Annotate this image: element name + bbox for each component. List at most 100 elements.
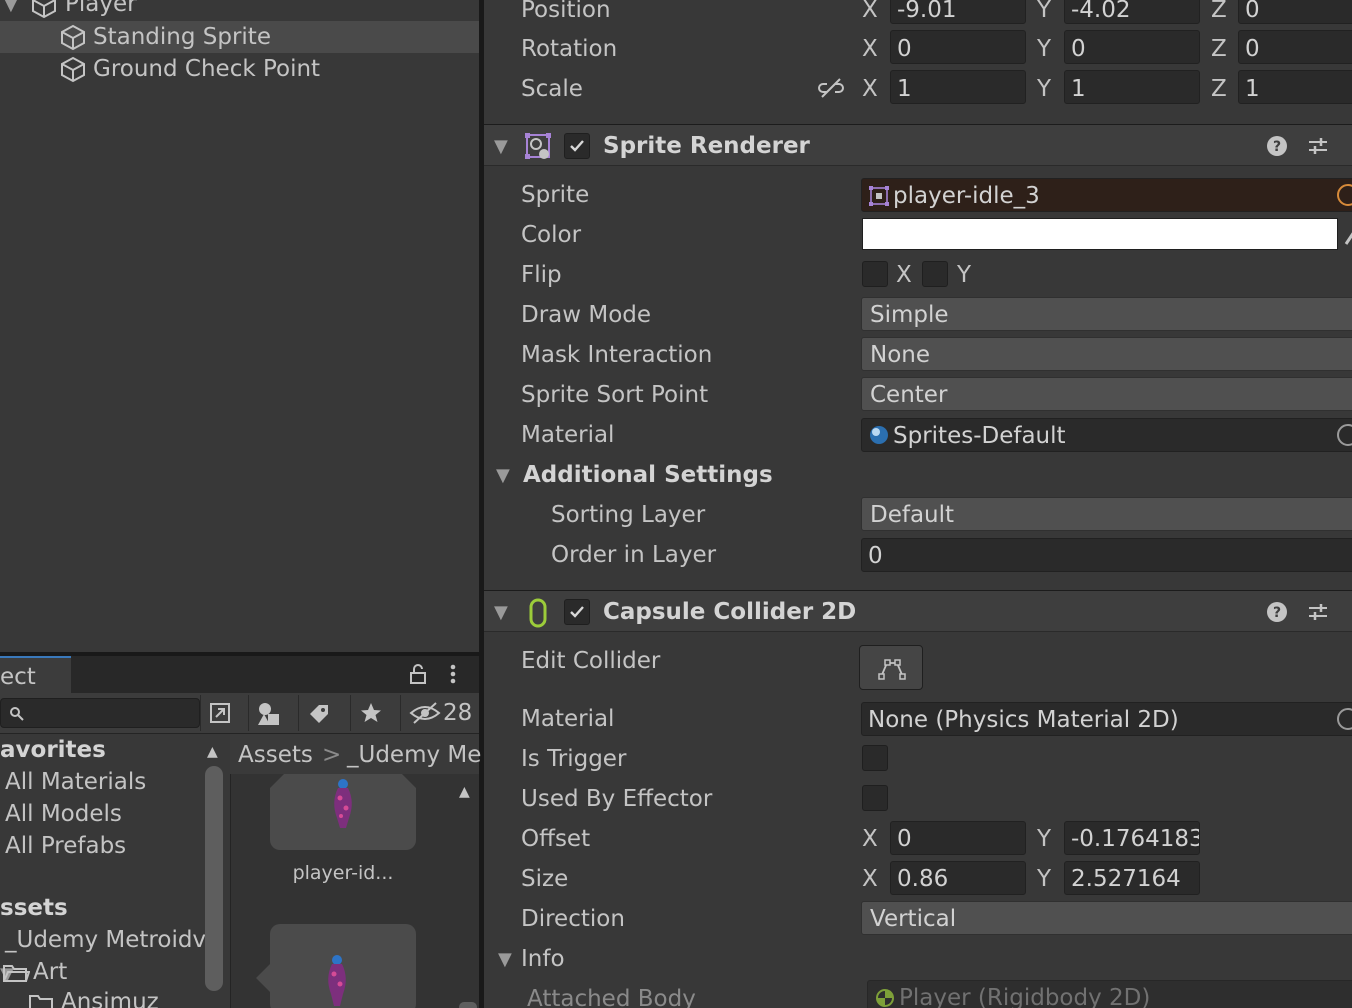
breadcrumb-current[interactable]: _Udemy Me	[347, 744, 481, 767]
physics-material-field[interactable]: None (Physics Material 2D)	[861, 702, 1352, 736]
folder-item-art[interactable]: Art	[33, 961, 67, 984]
object-picker-icon[interactable]	[1337, 184, 1352, 206]
more-options-icon[interactable]	[446, 663, 460, 685]
expand-triangle-icon[interactable]: ▼	[4, 0, 18, 14]
hierarchy-item-player[interactable]: ▼ Player	[0, 0, 300, 20]
scale-x-field[interactable]: 1	[890, 70, 1026, 104]
asset-item-player-idle[interactable]: player-id...	[270, 774, 416, 884]
flip-x-checkbox[interactable]	[862, 261, 888, 287]
order-in-layer-field[interactable]: 0	[861, 538, 1352, 572]
help-icon[interactable]: ?	[1266, 601, 1288, 623]
sprite-sort-point-label: Sprite Sort Point	[521, 382, 709, 408]
scale-z-field[interactable]: 1	[1238, 70, 1352, 104]
used-by-effector-checkbox[interactable]	[862, 785, 888, 811]
offset-x-field[interactable]: 0	[890, 821, 1026, 855]
offset-y-field[interactable]: -0.1764183	[1064, 821, 1200, 855]
checkmark-icon	[570, 140, 584, 152]
component-settings-icon[interactable]	[1306, 134, 1330, 158]
edit-collider-icon	[878, 659, 906, 680]
info-foldout[interactable]: Info	[521, 948, 565, 971]
search-icon	[10, 707, 24, 721]
favorite-item-all-materials[interactable]: All Materials	[5, 771, 146, 794]
size-x-field[interactable]: 0.86	[890, 861, 1026, 895]
position-x-field[interactable]: -9.01	[890, 0, 1026, 24]
filter-by-type-button[interactable]	[248, 695, 286, 731]
capsule-collider-header[interactable]: ▼ Capsule Collider 2D ?	[484, 590, 1352, 632]
sprite-renderer-enabled-checkbox[interactable]	[564, 133, 590, 159]
component-settings-icon[interactable]	[1306, 600, 1330, 624]
collapse-triangle-icon[interactable]: ▼	[498, 951, 512, 969]
folder-item[interactable]: _Udemy Metroidv	[5, 929, 206, 952]
folder-open-icon	[3, 965, 30, 982]
scroll-up-arrow-icon[interactable]: ▲	[207, 744, 218, 760]
field-value: 1	[1245, 76, 1260, 102]
collapse-triangle-icon[interactable]: ▼	[494, 138, 508, 156]
hierarchy-item-ground-check-point[interactable]: Ground Check Point	[56, 54, 456, 84]
sprite-sort-point-dropdown[interactable]: Center	[861, 377, 1352, 411]
transform-rotation-row: Rotation X 0 Y 0 Z 0	[484, 30, 1352, 68]
axis-y-label: Y	[1037, 36, 1052, 62]
hidden-packages-toggle[interactable]: 28	[400, 695, 479, 731]
help-icon[interactable]: ?	[1266, 135, 1288, 157]
field-value: Sprites-Default	[893, 423, 1066, 449]
folder-tree-scrollbar[interactable]	[205, 766, 223, 991]
rotation-z-field[interactable]: 0	[1238, 30, 1352, 64]
flip-y-checkbox[interactable]	[922, 261, 948, 287]
hidden-count: 28	[443, 700, 473, 726]
collapse-triangle-icon[interactable]: ▼	[496, 467, 510, 485]
eyedropper-icon[interactable]	[1344, 226, 1352, 246]
material-object-field[interactable]: Sprites-Default	[861, 418, 1352, 452]
gameobject-cube-icon	[61, 56, 85, 83]
is-trigger-checkbox[interactable]	[862, 745, 888, 771]
constrain-proportions-icon[interactable]	[817, 76, 845, 100]
favorite-item-all-models[interactable]: All Models	[5, 803, 122, 826]
draw-mode-dropdown[interactable]: Simple	[861, 297, 1352, 331]
object-picker-icon[interactable]	[1337, 708, 1352, 730]
rotation-x-field[interactable]: 0	[890, 30, 1026, 64]
filter-by-label-button[interactable]	[298, 695, 336, 731]
sprite-object-field[interactable]: player-idle_3	[861, 178, 1352, 212]
folder-item-ansimuz[interactable]: Ansimuz	[61, 991, 159, 1008]
sprite-renderer-header[interactable]: ▼ Sprite Renderer ?	[484, 124, 1352, 166]
capsule-collider-icon	[529, 598, 547, 628]
edit-collider-button[interactable]	[859, 645, 923, 690]
asset-item[interactable]	[256, 924, 416, 1008]
tab-project[interactable]: ect	[0, 656, 71, 693]
capsule-collider-enabled-checkbox[interactable]	[564, 599, 590, 625]
favorites-button[interactable]	[350, 695, 388, 731]
color-swatch[interactable]	[862, 218, 1338, 250]
favorite-item-all-prefabs[interactable]: All Prefabs	[5, 835, 126, 858]
field-value: Player (Rigidbody 2D)	[899, 985, 1151, 1008]
hierarchy-item-standing-sprite[interactable]: Standing Sprite	[56, 22, 456, 52]
mask-interaction-dropdown[interactable]: None	[861, 337, 1352, 371]
sorting-layer-dropdown[interactable]: Default	[861, 497, 1352, 531]
size-label: Size	[521, 866, 569, 892]
axis-y-label: Y	[1037, 0, 1052, 23]
scale-y-field[interactable]: 1	[1064, 70, 1200, 104]
additional-settings-foldout[interactable]: Additional Settings	[523, 464, 773, 487]
rotation-label: Rotation	[521, 36, 618, 62]
grid-scroll-up-arrow-icon[interactable]: ▲	[459, 784, 470, 800]
field-value: -0.1764183	[1071, 826, 1200, 852]
draw-mode-label: Draw Mode	[521, 302, 652, 328]
field-value: 1	[897, 76, 912, 102]
material-sphere-icon	[870, 426, 888, 444]
position-z-field[interactable]: 0	[1238, 0, 1352, 24]
grid-scrollbar[interactable]	[459, 1002, 477, 1008]
sprite-renderer-icon	[525, 133, 551, 159]
hierarchy-item-label: Player	[65, 0, 137, 17]
direction-dropdown[interactable]: Vertical	[861, 901, 1352, 935]
field-value: 0	[1071, 36, 1086, 62]
edit-collider-label: Edit Collider	[521, 648, 661, 674]
object-picker-icon[interactable]	[1337, 424, 1352, 446]
lock-icon[interactable]	[408, 663, 428, 685]
sprite-asset-icon	[869, 186, 889, 206]
collider-material-label: Material	[521, 706, 615, 732]
position-y-field[interactable]: -4.02	[1064, 0, 1200, 24]
search-scope-button[interactable]	[200, 695, 238, 731]
project-search-input[interactable]	[0, 698, 200, 728]
breadcrumb-root[interactable]: Assets	[238, 744, 313, 767]
collapse-triangle-icon[interactable]: ▼	[494, 604, 508, 622]
size-y-field[interactable]: 2.527164	[1064, 861, 1200, 895]
rotation-y-field[interactable]: 0	[1064, 30, 1200, 64]
